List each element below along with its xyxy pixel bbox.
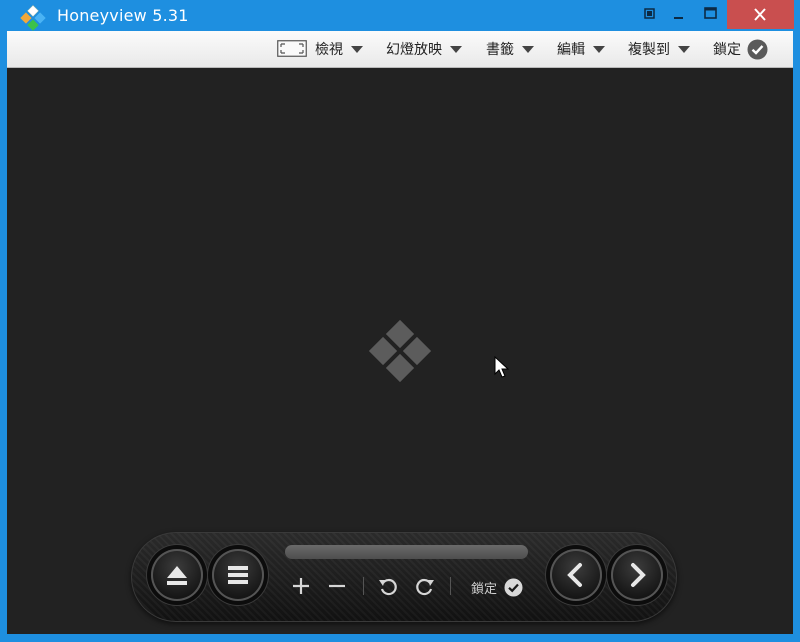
minimize-icon [674,17,683,19]
chevron-left-icon [567,563,582,587]
window-title: Honeyview 5.31 [57,6,189,25]
menu-bar: 檢視 幻燈放映 書籤 編輯 複製到 鎖定 [7,31,793,68]
pin-icon [644,8,655,19]
check-circle-icon [747,39,768,59]
lock-toggle[interactable]: 鎖定 [471,576,523,598]
menu-view[interactable]: 檢視 [315,31,363,67]
minimize-button[interactable] [665,0,693,29]
close-icon [754,8,766,21]
menu-slideshow-label: 幻燈放映 [386,42,442,58]
check-circle-icon [504,578,523,596]
eject-icon [167,566,187,585]
maximize-button[interactable] [697,0,725,29]
menu-edit-label: 編輯 [557,42,585,58]
title-bar[interactable]: Honeyview 5.31 [0,0,800,31]
menu-bookmark-label: 書籤 [486,42,514,58]
menu-bookmark[interactable]: 書籤 [486,31,534,67]
close-button[interactable] [727,0,794,29]
previous-image-button[interactable] [550,549,602,601]
menu-edit[interactable]: 編輯 [557,31,605,67]
hamburger-icon [228,566,248,584]
page-slider[interactable] [285,545,528,559]
menu-view-label: 檢視 [315,42,343,58]
image-viewer[interactable]: 鎖定 [7,68,793,634]
menu-lock-label: 鎖定 [713,42,741,58]
control-bar: 鎖定 [131,532,677,622]
caret-down-icon [678,45,690,53]
fit-window-icon[interactable] [277,40,307,57]
honeyview-placeholder-logo-icon [368,319,432,383]
pin-button[interactable] [636,0,664,29]
caret-down-icon [593,45,605,53]
rotate-left-icon[interactable] [377,575,399,597]
caret-down-icon [522,45,534,53]
caret-down-icon [450,45,462,53]
menu-copy-to[interactable]: 複製到 [628,31,690,67]
mouse-cursor-icon [494,356,510,378]
plus-icon[interactable] [290,575,312,597]
menu-copy-to-label: 複製到 [628,42,670,58]
separator [363,577,364,595]
caret-down-icon [351,45,363,53]
maximize-icon [704,7,717,19]
chevron-right-icon [631,563,646,587]
separator [450,577,451,595]
menu-lock[interactable]: 鎖定 [713,31,768,67]
minus-icon[interactable] [326,575,348,597]
app-window: Honeyview 5.31 檢視 幻燈放映 書籤 編輯 複製到 鎖定 鎖定 [0,0,800,642]
rotate-right-icon[interactable] [414,575,436,597]
main-menu-button[interactable] [212,549,264,601]
menu-slideshow[interactable]: 幻燈放映 [386,31,462,67]
lock-label: 鎖定 [471,581,498,597]
next-image-button[interactable] [611,549,663,601]
open-file-button[interactable] [151,549,203,601]
